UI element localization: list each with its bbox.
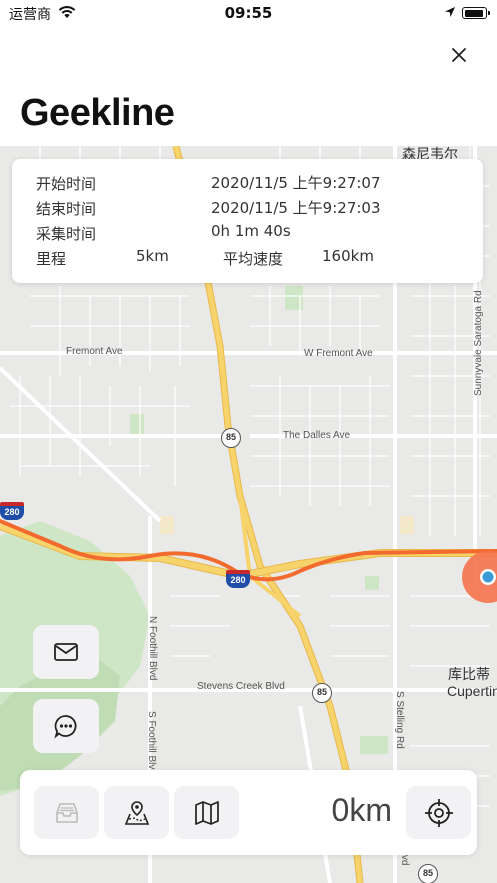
start-time-value: 2020/11/5 上午9:27:07 [211,174,381,192]
sr85-shield: 85 [312,683,332,703]
i280-shield: 280 [0,502,24,520]
average-speed-label: 平均速度 [223,250,284,268]
status-bar: 运营商 09:55 [0,0,497,28]
distance-label: 里程 [36,250,67,268]
route-map-button[interactable] [104,786,169,839]
start-time-label: 开始时间 [36,175,97,193]
page-title: Geekline [20,92,175,134]
end-time-value: 2020/11/5 上午9:27:03 [211,199,381,217]
map-label-fremont-ave: Fremont Ave [66,346,123,357]
archive-tray-icon [55,802,78,823]
map-button[interactable] [174,786,239,839]
distance-readout: 0km [331,792,392,828]
end-time-label: 结束时间 [36,200,97,218]
map-pin-route-icon [124,800,149,825]
crosshair-locate-icon [424,798,453,827]
average-speed-value: 160km [322,247,374,265]
locate-button[interactable] [406,786,471,839]
track-info-card: 开始时间 2020/11/5 上午9:27:07 结束时间 2020/11/5 … [12,159,483,283]
map-label-dalles-ave: The Dalles Ave [283,430,351,441]
bottom-toolbar: 0km [20,770,477,855]
header: Geekline [0,28,497,146]
i280-shield: 280 [226,570,250,588]
mail-icon [54,643,78,661]
map-label-stevens-creek: Stevens Creek Blvd [197,681,285,692]
battery-icon [462,7,490,19]
map-label-w-fremont-ave: W Fremont Ave [304,348,373,359]
map-label-cupertino-en: Cupertin [447,683,497,699]
status-time: 09:55 [224,4,273,22]
chat-bubble-icon [54,715,77,739]
sr85-shield: 85 [418,864,438,883]
map-label-foothill-n: N Foothill Blvd [147,616,158,681]
location-arrow-icon [445,7,455,17]
map-label-stelling: S Stelling Rd [394,691,405,749]
sr85-shield: 85 [221,428,241,448]
folded-map-icon [194,800,219,825]
map-label-foothill-s: S Foothill Blvd [146,711,157,775]
duration-value: 0h 1m 40s [211,222,291,240]
close-icon[interactable] [446,42,472,68]
distance-value: 5km [136,247,169,265]
chat-button[interactable] [33,699,99,753]
mail-button[interactable] [33,625,99,679]
map-label-cupertino-cn: 库比蒂 [448,666,490,682]
duration-label: 采集时间 [36,225,97,243]
archive-button[interactable] [34,786,99,839]
map-label-sunnyvale-saratoga: Sunnyvale Saratoga Rd [473,290,484,396]
